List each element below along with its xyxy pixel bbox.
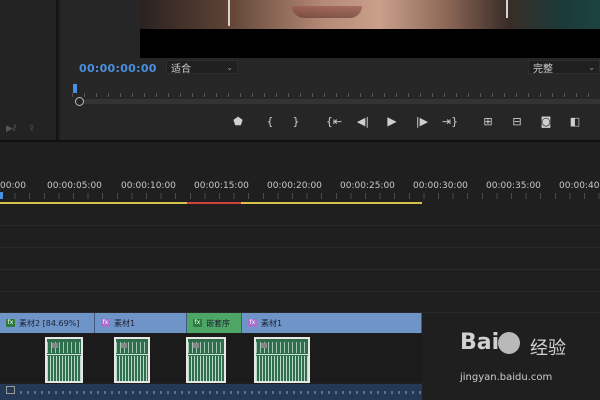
scrub-handle[interactable] [75,97,84,106]
ruler-label: 00:00:25:00 [340,181,395,191]
export-frame-icon[interactable]: ◙ [538,114,554,128]
playback-resolution-label: 完整 [533,63,553,75]
ruler-label: 00:00:20:00 [267,181,322,191]
drag-video-icon[interactable]: ▶ℓ [6,124,17,134]
lift-icon[interactable]: ⊞ [480,114,496,128]
extract-icon[interactable]: ⊟ [509,114,525,128]
go-to-in-icon[interactable]: {⇤ [326,114,342,128]
marker-icon[interactable]: ⬟ [230,114,246,128]
zoom-fit-dropdown[interactable]: 适合 ⌄ [166,60,238,75]
waveform [47,339,81,381]
timeline-clip[interactable]: fx 素材1 [95,313,187,333]
ruler-label: 00:00:35:00 [486,181,541,191]
paw-icon [498,332,520,354]
ruler-label: 00:00 [0,181,26,191]
ruler-label: 00:00:30:00 [413,181,468,191]
scrub-bar[interactable] [80,99,600,104]
earphone-cable [228,0,230,26]
track-toggle-icon[interactable] [6,386,15,394]
mark-in-icon[interactable]: { [262,114,278,128]
ruler-label: 00:00:15:00 [194,181,249,191]
waveform [188,339,224,381]
fx-badge-icon: fx [101,319,110,327]
baidu-watermark: Bai 经验 jingyan.baidu.com [460,330,600,390]
timeline-playhead[interactable] [0,192,3,199]
render-bar-unrendered [187,202,241,204]
fx-badge-icon: fx [193,319,202,327]
timeline-ruler-ticks[interactable] [0,193,600,199]
audio-waveform-thumbnail[interactable] [45,337,83,383]
compare-view-icon[interactable]: ◧ [567,114,583,128]
waveform [256,339,308,381]
ruler-label: 00:00:05:00 [47,181,102,191]
zoom-fit-label: 适合 [171,63,191,75]
earphone-cable-right [506,0,508,18]
audio-waveform-thumbnail[interactable] [254,337,310,383]
chevron-down-icon: ⌄ [226,62,233,72]
timeline-clip[interactable]: fx 素材1 [242,313,422,333]
audio-waveform-thumbnail[interactable] [114,337,150,383]
clip-label: 嵌套序 [206,318,230,328]
project-panel: ▶ℓ ⇪ [0,0,58,140]
step-back-icon[interactable]: ◀| [355,114,371,128]
monitor-time-ruler[interactable] [72,84,600,100]
playhead-timecode[interactable]: 00:00:00:00 [79,62,157,75]
clip-label: 素材2 [84.69%] [19,318,80,328]
watermark-brand: Bai [460,330,500,355]
chevron-down-icon: ⌄ [588,62,595,72]
clip-label: 素材1 [261,318,283,328]
ruler-label: 00:00:10:00 [121,181,176,191]
clip-label: 素材1 [114,318,136,328]
mark-out-icon[interactable]: } [288,114,304,128]
monitor-playhead[interactable] [73,84,77,93]
timeline-clip[interactable]: fx 素材2 [84.69%] [0,313,95,333]
watermark-url: jingyan.baidu.com [460,372,553,383]
track-divider [0,247,600,248]
bottom-audio-clip[interactable] [0,384,422,400]
watermark-brand-2: 经验 [530,338,566,359]
timeline-clip-nested[interactable]: fx 嵌套序 [187,313,242,333]
fx-badge-icon: fx [6,319,15,327]
video-preview-image [140,0,600,29]
panel-divider [56,0,58,140]
track-divider [0,291,600,292]
playback-resolution-dropdown[interactable]: 完整 ⌄ [528,60,600,75]
audio-waveform-thumbnail[interactable] [186,337,226,383]
bottom-waveform [20,391,422,394]
step-forward-icon[interactable]: |▶ [414,114,430,128]
export-icon[interactable]: ⇪ [28,124,36,134]
ruler-label: 00:00:40:0 [559,181,600,191]
go-to-out-icon[interactable]: ⇥} [442,114,458,128]
ruler-ticks [72,93,600,97]
track-divider [0,225,600,226]
waveform [116,339,148,381]
program-video-frame [140,0,600,58]
face-detail [292,6,362,18]
fx-badge-icon: fx [248,319,257,327]
track-divider [0,269,600,270]
play-icon[interactable]: ▶ [384,114,400,128]
